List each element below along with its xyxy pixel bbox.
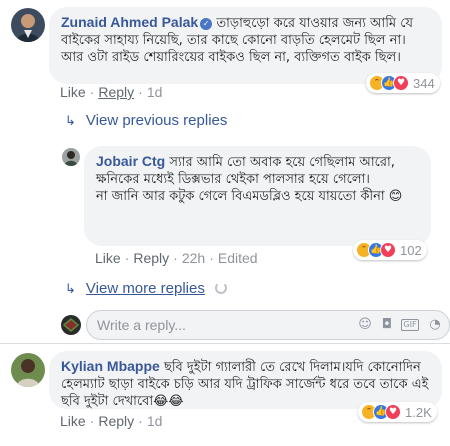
write-reply-box: ☺ ◘ GIF ◔ xyxy=(86,310,450,340)
love-reaction-icon: ♥ xyxy=(385,404,401,420)
reply-link[interactable]: Reply xyxy=(98,413,134,429)
reaction-count: 344 xyxy=(413,75,435,91)
view-previous-replies[interactable]: ↳ View previous replies xyxy=(65,112,227,129)
comment-bubble-jobair: Jobair Ctg স্যার আমি তো অবাক হয়ে গেছিলা… xyxy=(84,146,431,246)
reaction-count: 102 xyxy=(400,242,422,258)
reaction-summary[interactable]: ᵔ 👍 ♥ 344 xyxy=(366,73,440,93)
divider xyxy=(0,343,450,344)
separator: · xyxy=(209,250,214,266)
avatar-zunaid[interactable] xyxy=(11,8,45,42)
reply-link[interactable]: Reply xyxy=(133,250,169,266)
avatar-current-user xyxy=(61,315,81,335)
comment-bubble-kylian: Kylian Mbappe ছবি দুইটা গ্যালারী তে রেখে… xyxy=(49,351,442,409)
separator: · xyxy=(124,250,130,266)
comment-actions: Like · Reply · 1d xyxy=(60,84,162,100)
comment-author[interactable]: Kylian Mbappe xyxy=(61,358,160,374)
comment-actions: Like · Reply · 1d xyxy=(60,413,162,429)
comment-time[interactable]: 1d xyxy=(147,413,163,429)
view-previous-label[interactable]: View previous replies xyxy=(86,112,227,129)
emoji-icon[interactable]: ☺ xyxy=(357,317,373,333)
reply-input[interactable] xyxy=(97,311,347,339)
like-link[interactable]: Like xyxy=(95,250,121,266)
gif-icon[interactable]: GIF xyxy=(401,319,419,331)
separator: · xyxy=(138,84,143,100)
comment-text-line-3: না জানি আর কটুক গেলে বিএমডব্লিও হয়ে যায… xyxy=(96,189,403,204)
comment-actions: Like · Reply · 22h · Edited xyxy=(95,250,258,266)
reply-link[interactable]: Reply xyxy=(98,84,134,100)
separator: · xyxy=(173,250,178,266)
loading-spinner-icon xyxy=(215,282,228,294)
avatar-kylian[interactable] xyxy=(11,353,45,387)
comment-text-line-2: ক্ষনিকের মধ্যেই ডিক্সভার থেইকা পালসার হয… xyxy=(96,172,370,187)
view-more-label[interactable]: View more replies xyxy=(86,280,205,297)
reaction-count: 1.2K xyxy=(405,404,432,420)
reply-arrow-icon: ↳ xyxy=(65,113,76,128)
comment-author[interactable]: Jobair Ctg xyxy=(96,153,165,169)
reply-arrow-icon: ↳ xyxy=(65,281,76,296)
like-link[interactable]: Like xyxy=(60,413,86,429)
reaction-summary[interactable]: ᵔ 👍 ♥ 102 xyxy=(353,240,427,260)
love-reaction-icon: ♥ xyxy=(380,242,396,258)
comment-text-line-1: স্যার আমি তো অবাক হয়ে গেছিলাম আরো, xyxy=(169,155,395,170)
camera-icon[interactable]: ◘ xyxy=(379,317,395,333)
comment-author[interactable]: Zunaid Ahmed Palak xyxy=(61,14,198,30)
view-more-replies[interactable]: ↳ View more replies xyxy=(65,280,228,297)
separator: · xyxy=(89,84,95,100)
comment-time[interactable]: 22h xyxy=(182,250,205,266)
separator: · xyxy=(138,413,143,429)
separator: · xyxy=(89,413,95,429)
like-link[interactable]: Like xyxy=(60,84,86,100)
sticker-icon[interactable]: ◔ xyxy=(427,317,443,333)
avatar-jobair[interactable] xyxy=(62,148,80,166)
edited-label[interactable]: Edited xyxy=(218,250,258,266)
love-reaction-icon: ♥ xyxy=(393,75,409,91)
verified-badge-icon: ✓ xyxy=(200,18,213,30)
reaction-summary[interactable]: ᵔ 👍 ♥ 1.2K xyxy=(358,402,437,422)
comment-time[interactable]: 1d xyxy=(147,84,163,100)
